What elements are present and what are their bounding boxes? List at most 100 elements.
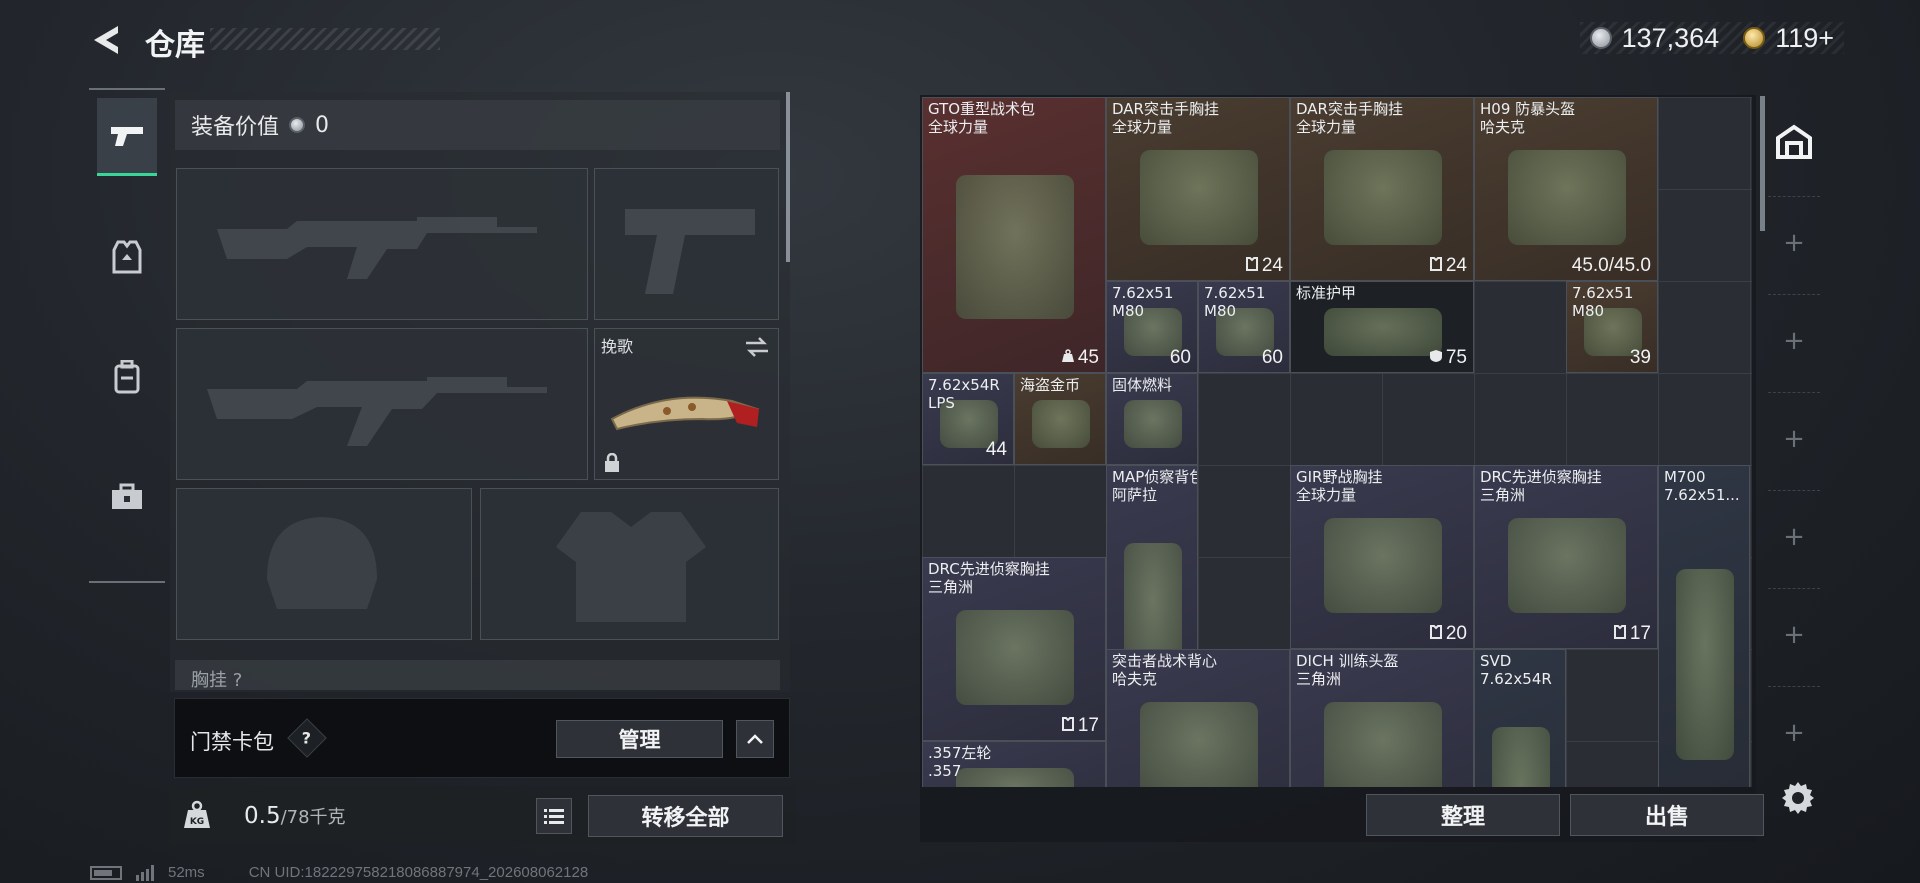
armor-icon bbox=[1245, 255, 1259, 277]
item-art bbox=[1491, 727, 1551, 787]
item-count: 44 bbox=[986, 439, 1007, 461]
rifle-silhouette-icon bbox=[217, 217, 537, 279]
stash-item[interactable]: DAR突击手胸挂 全球力量 24 bbox=[1106, 97, 1290, 281]
armor-icon bbox=[1429, 623, 1443, 645]
item-art bbox=[956, 175, 1074, 319]
stash-page-main[interactable] bbox=[1768, 96, 1820, 188]
chest-rig-row[interactable]: 胸挂 ? bbox=[175, 660, 780, 690]
weight-current: 0.5 bbox=[244, 803, 281, 829]
collapse-button[interactable] bbox=[736, 720, 774, 758]
title-decoration bbox=[210, 28, 440, 50]
add-stash-page-button[interactable]: + bbox=[1768, 294, 1820, 386]
secondary-weapon-slot[interactable] bbox=[594, 168, 779, 320]
stash-page-column: + + + + + + bbox=[1768, 96, 1820, 786]
stash-item[interactable]: 7.62x51 M80 60 bbox=[1198, 281, 1290, 373]
back-icon[interactable] bbox=[88, 22, 124, 58]
sort-button[interactable]: 整理 bbox=[1366, 794, 1560, 836]
add-stash-page-button[interactable]: + bbox=[1768, 196, 1820, 288]
category-rail bbox=[89, 88, 165, 583]
add-stash-page-button[interactable]: + bbox=[1768, 588, 1820, 680]
item-count-value: 60 bbox=[1261, 347, 1283, 368]
item-count: 17 bbox=[1061, 715, 1099, 737]
melee-slot[interactable]: 挽歌 bbox=[594, 328, 779, 480]
transfer-all-button[interactable]: 转移全部 bbox=[588, 795, 783, 837]
item-count-value: 24 bbox=[1261, 255, 1283, 276]
stash-grid: GTO重型战术包 全球力量 45 DAR突击手胸挂 全球力量 24 DAR突击手胸挂 全… bbox=[922, 97, 1752, 787]
item-art bbox=[1140, 149, 1258, 246]
toolbox-icon bbox=[112, 483, 142, 509]
stash-item[interactable]: 固体燃料 bbox=[1106, 373, 1198, 465]
item-art bbox=[1123, 399, 1183, 448]
item-name: DRC先进侦察胸挂 三角洲 bbox=[1480, 468, 1602, 504]
armor-slot[interactable] bbox=[480, 488, 779, 640]
stash-item[interactable]: 标准护甲 75 bbox=[1290, 281, 1474, 373]
tab-equipment[interactable] bbox=[97, 218, 157, 296]
stash-item[interactable]: 7.62x51 M80 60 bbox=[1106, 281, 1198, 373]
item-name: DAR突击手胸挂 全球力量 bbox=[1112, 100, 1219, 136]
status-footer: 52ms CN UID:1822297582180868​87974_20260… bbox=[90, 864, 588, 881]
item-count-value: 17 bbox=[1077, 715, 1099, 736]
stash-item[interactable]: .357左轮 .357 bbox=[922, 741, 1106, 787]
loadout-scrollbar[interactable] bbox=[786, 92, 790, 262]
stash-item[interactable]: 突击者战术背心 哈夫克 bbox=[1106, 649, 1290, 787]
item-name: 固体燃料 bbox=[1112, 376, 1173, 394]
item-art bbox=[1324, 149, 1442, 246]
helmet-silhouette-icon bbox=[267, 517, 377, 609]
item-count-value: 39 bbox=[1629, 347, 1651, 368]
stash-item[interactable]: DICH 训练头盔 三角洲 bbox=[1290, 649, 1474, 787]
item-art bbox=[1324, 701, 1442, 787]
item-count-value: 45 bbox=[1077, 347, 1099, 368]
second-primary-slot[interactable] bbox=[176, 328, 588, 480]
gold-amount[interactable]: 119+ bbox=[1775, 23, 1834, 54]
manage-button[interactable]: 管理 bbox=[556, 720, 723, 758]
stash-item[interactable]: 海盗金币 bbox=[1014, 373, 1106, 465]
helmet-slot[interactable] bbox=[176, 488, 472, 640]
swap-icon[interactable] bbox=[744, 337, 770, 357]
stash-item[interactable]: DRC先进侦察胸挂 三角洲 17 bbox=[1474, 465, 1658, 649]
item-name: 突击者战术背心 哈夫克 bbox=[1112, 652, 1218, 688]
add-stash-page-button[interactable]: + bbox=[1768, 490, 1820, 582]
stash-item[interactable]: DAR突击手胸挂 全球力量 24 bbox=[1290, 97, 1474, 281]
pistol-silhouette-icon bbox=[625, 209, 755, 294]
stash-item[interactable]: DRC先进侦察胸挂 三角洲 17 bbox=[922, 557, 1106, 741]
item-count: 17 bbox=[1613, 623, 1651, 645]
gear-icon[interactable] bbox=[1780, 780, 1816, 816]
list-view-button[interactable] bbox=[536, 798, 572, 834]
silver-amount: 137,364 bbox=[1621, 22, 1720, 53]
equipment-value-header: 装备价值 0 bbox=[175, 100, 780, 150]
stash-item[interactable]: 7.62x51 M80 39 bbox=[1566, 281, 1658, 373]
stash-item[interactable]: 7.62x54R LPS 44 bbox=[922, 373, 1014, 465]
tab-weapons[interactable] bbox=[97, 98, 157, 176]
gold-coin-icon bbox=[1743, 27, 1766, 49]
item-art bbox=[1324, 307, 1442, 356]
item-name: .357左轮 .357 bbox=[928, 744, 992, 780]
item-art bbox=[1675, 569, 1735, 761]
add-stash-page-button[interactable]: + bbox=[1768, 392, 1820, 484]
item-count-value: 24 bbox=[1445, 255, 1467, 276]
tab-backpack[interactable] bbox=[97, 338, 157, 416]
tab-supplies[interactable] bbox=[97, 458, 157, 536]
add-stash-page-button[interactable]: + bbox=[1768, 686, 1820, 778]
stash-item[interactable]: M700 7.62x51... bbox=[1658, 465, 1750, 787]
stash-item[interactable]: GIR野战胸挂 全球力量 20 bbox=[1290, 465, 1474, 649]
backpack-icon bbox=[114, 360, 140, 394]
item-count: 75 bbox=[1429, 347, 1467, 369]
item-count: 24 bbox=[1245, 255, 1283, 277]
stash-item[interactable]: H09 防暴头盔 哈夫克 45.0/45.0 bbox=[1474, 97, 1658, 281]
stash-item[interactable]: SVD 7.62x54R bbox=[1474, 649, 1566, 787]
stash-scrollbar[interactable] bbox=[1760, 96, 1765, 231]
item-name: GTO重型战术包 全球力量 bbox=[928, 100, 1036, 136]
sell-button[interactable]: 出售 bbox=[1570, 794, 1764, 836]
item-name: GIR野战胸挂 全球力量 bbox=[1296, 468, 1383, 504]
item-name: 标准护甲 bbox=[1296, 284, 1357, 302]
primary-weapon-slot[interactable] bbox=[176, 168, 588, 320]
page-title: 仓库 bbox=[145, 28, 205, 63]
melee-label: 挽歌 bbox=[601, 337, 634, 356]
knife-icon bbox=[610, 396, 760, 431]
item-count-value: 20 bbox=[1445, 623, 1467, 644]
currency-display: 137,364 119+ bbox=[1579, 22, 1844, 54]
stash-item[interactable]: GTO重型战术包 全球力量 45 bbox=[922, 97, 1106, 373]
item-count: 45.0/45.0 bbox=[1572, 255, 1651, 277]
item-name: 7.62x51 M80 bbox=[1572, 284, 1634, 320]
equipment-value-label: 装备价值 bbox=[191, 115, 280, 140]
